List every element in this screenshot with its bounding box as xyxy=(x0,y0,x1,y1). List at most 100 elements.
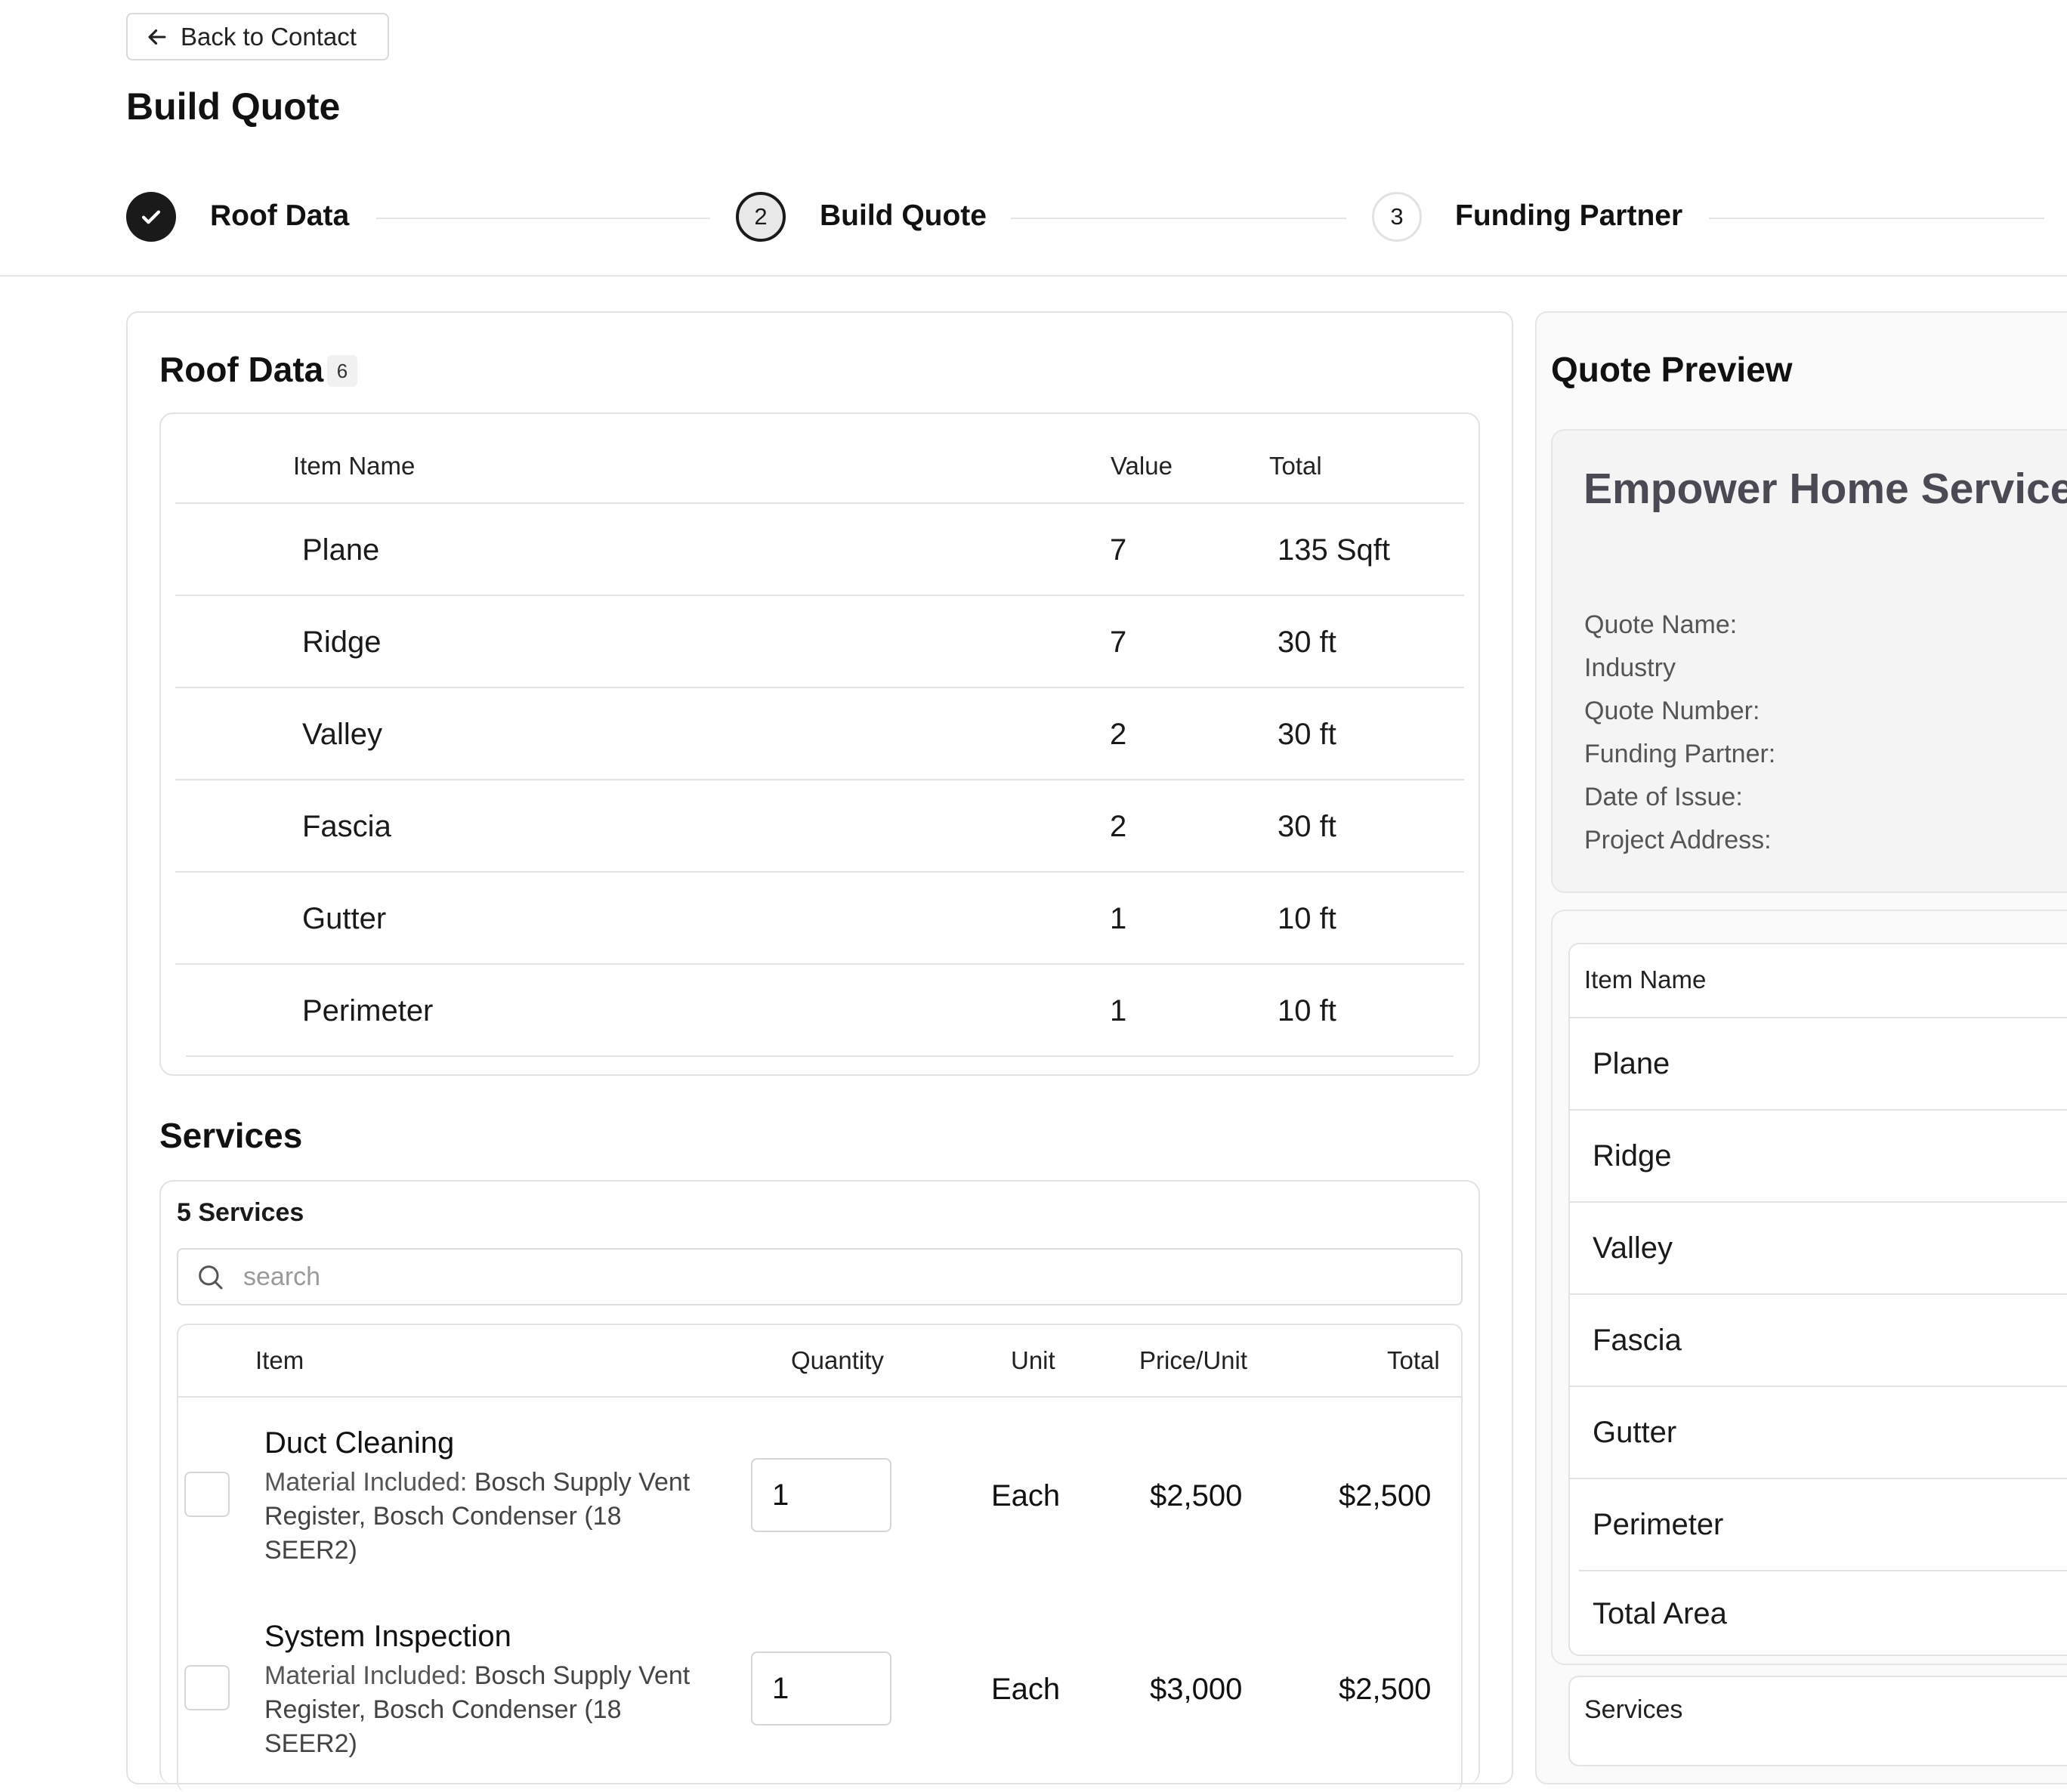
preview-item: Gutter xyxy=(1593,1416,1677,1449)
table-divider xyxy=(175,963,1464,965)
table-divider xyxy=(186,1055,1454,1057)
back-button-label: Back to Contact xyxy=(181,22,357,51)
roof-item-name: Valley xyxy=(302,718,382,751)
step-connector xyxy=(1011,218,1346,219)
quantity-input[interactable] xyxy=(751,1651,891,1726)
roof-item-name: Plane xyxy=(302,533,380,567)
page-title: Build Quote xyxy=(126,85,341,128)
service-select-checkbox[interactable] xyxy=(184,1472,230,1517)
material-prefix: Material Included: xyxy=(264,1468,474,1497)
industry-label: Industry xyxy=(1584,653,1676,682)
service-unit: Each xyxy=(991,1479,1061,1512)
roof-item-name: Gutter xyxy=(302,902,387,935)
preview-item: Perimeter xyxy=(1593,1508,1724,1541)
table-divider xyxy=(175,871,1464,873)
material-line-2: Register, Bosch Condenser (18 xyxy=(264,1502,622,1531)
service-name: System Inspection xyxy=(264,1620,511,1653)
step-3-indicator[interactable]: 3 xyxy=(1372,192,1422,242)
table-divider xyxy=(1570,1109,2067,1111)
roof-item-name: Ridge xyxy=(302,626,382,659)
service-material-description: Material Included: Bosch Supply Vent Reg… xyxy=(264,1466,733,1568)
table-divider xyxy=(1570,1293,2067,1295)
table-divider xyxy=(175,502,1464,504)
column-header-item: Item xyxy=(255,1346,304,1374)
service-unit: Each xyxy=(991,1673,1061,1706)
material-line-2: Register, Bosch Condenser (18 xyxy=(264,1695,622,1724)
roof-item-value: 2 xyxy=(1110,718,1127,751)
material-line-1: Bosch Supply Vent xyxy=(474,1468,691,1497)
roof-item-total: 30 ft xyxy=(1278,810,1336,843)
column-header-quantity: Quantity xyxy=(791,1346,884,1374)
service-material-description: Material Included: Bosch Supply Vent Reg… xyxy=(264,1659,733,1761)
table-divider xyxy=(1570,1386,2067,1387)
table-divider xyxy=(175,595,1464,596)
service-total: $2,500 xyxy=(1339,1673,1432,1706)
preview-item: Fascia xyxy=(1593,1324,1682,1357)
column-header-price-unit: Price/Unit xyxy=(1139,1346,1248,1374)
step-2-label[interactable]: Build Quote xyxy=(820,199,987,233)
date-of-issue-label: Date of Issue: xyxy=(1584,783,1743,811)
services-search[interactable] xyxy=(177,1248,1463,1305)
services-title: Services xyxy=(159,1116,303,1155)
roof-item-total: 30 ft xyxy=(1278,626,1336,659)
roof-item-name: Fascia xyxy=(302,810,391,843)
column-header-total: Total xyxy=(1387,1346,1440,1374)
table-divider xyxy=(178,1396,1461,1398)
back-to-contact-button[interactable]: Back to Contact xyxy=(126,13,389,60)
column-header-total: Total xyxy=(1269,452,1322,480)
table-divider xyxy=(1570,1478,2067,1479)
search-icon xyxy=(199,1265,223,1290)
preview-services-label: Services xyxy=(1584,1695,1683,1724)
column-header-value: Value xyxy=(1111,452,1173,480)
header-divider xyxy=(0,275,2067,277)
step-3-label[interactable]: Funding Partner xyxy=(1455,199,1682,233)
column-header-item-name: Item Name xyxy=(293,452,416,480)
quote-number-label: Quote Number: xyxy=(1584,697,1760,725)
quantity-input[interactable] xyxy=(751,1458,891,1532)
table-divider xyxy=(1579,1570,2067,1571)
material-line-1: Bosch Supply Vent xyxy=(474,1661,691,1690)
roof-item-value: 2 xyxy=(1110,810,1127,843)
roof-item-total: 135 Sqft xyxy=(1278,533,1391,567)
step-2-indicator[interactable]: 2 xyxy=(736,192,786,242)
roof-data-title: Roof Data xyxy=(159,350,324,389)
service-total: $2,500 xyxy=(1339,1479,1432,1512)
table-divider xyxy=(175,779,1464,780)
search-input[interactable] xyxy=(242,1261,1378,1293)
roof-item-name: Perimeter xyxy=(302,994,434,1027)
material-prefix: Material Included: xyxy=(264,1661,474,1690)
roof-item-value: 1 xyxy=(1110,994,1127,1027)
preview-item: Plane xyxy=(1593,1047,1670,1080)
roof-item-value: 7 xyxy=(1110,626,1127,659)
preview-item: Valley xyxy=(1593,1231,1673,1265)
step-connector xyxy=(1709,218,2044,219)
service-price: $3,000 xyxy=(1150,1673,1243,1706)
roof-data-count-badge: 6 xyxy=(327,355,357,387)
funding-partner-label: Funding Partner: xyxy=(1584,740,1776,768)
step-1-complete-indicator[interactable] xyxy=(126,192,176,242)
service-price: $2,500 xyxy=(1150,1479,1243,1512)
table-divider xyxy=(1570,1017,2067,1018)
quote-preview-title: Quote Preview xyxy=(1551,350,1793,389)
roof-item-value: 7 xyxy=(1110,533,1127,567)
service-select-checkbox[interactable] xyxy=(184,1665,230,1710)
roof-item-total: 10 ft xyxy=(1278,902,1336,935)
step-connector xyxy=(376,218,710,219)
preview-item: Ridge xyxy=(1593,1139,1672,1173)
table-divider xyxy=(1570,1201,2067,1203)
step-1-label[interactable]: Roof Data xyxy=(210,199,349,233)
material-line-3: SEER2) xyxy=(264,1729,357,1758)
preview-column-header-item-name: Item Name xyxy=(1584,966,1707,993)
material-line-3: SEER2) xyxy=(264,1536,357,1565)
services-count: 5 Services xyxy=(177,1198,304,1227)
quote-name-label: Quote Name: xyxy=(1584,610,1738,639)
company-name: Empower Home Services xyxy=(1583,465,2067,513)
roof-item-total: 10 ft xyxy=(1278,994,1336,1027)
table-divider xyxy=(175,687,1464,688)
preview-total-area: Total Area xyxy=(1593,1597,1727,1630)
column-header-unit: Unit xyxy=(1011,1346,1055,1374)
service-name: Duct Cleaning xyxy=(264,1426,455,1460)
project-address-label: Project Address: xyxy=(1584,826,1772,854)
arrow-left-icon xyxy=(148,29,166,45)
check-icon xyxy=(141,210,161,224)
